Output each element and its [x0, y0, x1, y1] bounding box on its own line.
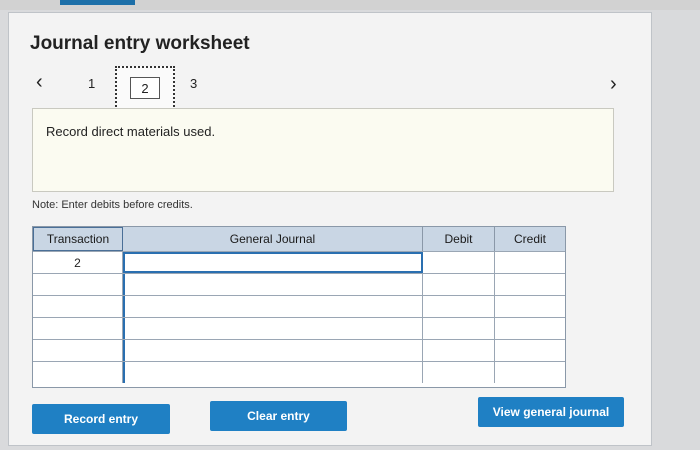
debit-input[interactable] [423, 362, 495, 383]
account-input[interactable] [123, 340, 423, 361]
transaction-cell [33, 318, 123, 339]
debit-input[interactable] [423, 296, 495, 317]
top-bar [0, 0, 700, 10]
chevron-right-icon[interactable]: › [610, 74, 617, 94]
instruction-text: Record direct materials used. [46, 124, 216, 139]
debit-input[interactable] [423, 318, 495, 339]
clear-entry-button[interactable]: Clear entry [210, 401, 347, 431]
step-tab-2-active[interactable]: 2 [115, 66, 175, 110]
account-input[interactable] [123, 318, 423, 339]
note-text: Note: Enter debits before credits. [32, 199, 193, 211]
account-input[interactable] [123, 362, 423, 383]
credit-input[interactable] [495, 252, 565, 273]
transaction-cell [33, 296, 123, 317]
table-row [33, 339, 565, 361]
header-transaction: Transaction [33, 227, 123, 251]
credit-input[interactable] [495, 296, 565, 317]
step-tab-2-label: 2 [130, 77, 160, 99]
step-tab-1[interactable]: 1 [88, 76, 95, 91]
debit-input[interactable] [423, 274, 495, 295]
header-credit: Credit [495, 227, 565, 251]
table-row: 2 [33, 251, 565, 273]
credit-input[interactable] [495, 340, 565, 361]
transaction-cell: 2 [33, 252, 123, 273]
instruction-box [32, 108, 614, 192]
worksheet-title: Journal entry worksheet [30, 33, 250, 54]
credit-input[interactable] [495, 318, 565, 339]
account-input[interactable] [123, 274, 423, 295]
debit-input[interactable] [423, 252, 495, 273]
table-row [33, 317, 565, 339]
transaction-cell [33, 340, 123, 361]
credit-input[interactable] [495, 274, 565, 295]
top-bar-accent [60, 0, 135, 5]
chevron-left-icon[interactable]: ‹ [36, 72, 43, 92]
step-tab-3[interactable]: 3 [190, 76, 197, 91]
account-input[interactable] [123, 296, 423, 317]
journal-table: Transaction General Journal Debit Credit… [32, 226, 566, 388]
account-input[interactable] [123, 252, 423, 273]
record-entry-button[interactable]: Record entry [32, 404, 170, 434]
table-row [33, 273, 565, 295]
header-general-journal: General Journal [123, 227, 423, 251]
view-general-journal-button[interactable]: View general journal [478, 397, 624, 427]
header-debit: Debit [423, 227, 495, 251]
transaction-cell [33, 362, 123, 383]
table-row [33, 295, 565, 317]
debit-input[interactable] [423, 340, 495, 361]
transaction-cell [33, 274, 123, 295]
table-row [33, 361, 565, 383]
credit-input[interactable] [495, 362, 565, 383]
